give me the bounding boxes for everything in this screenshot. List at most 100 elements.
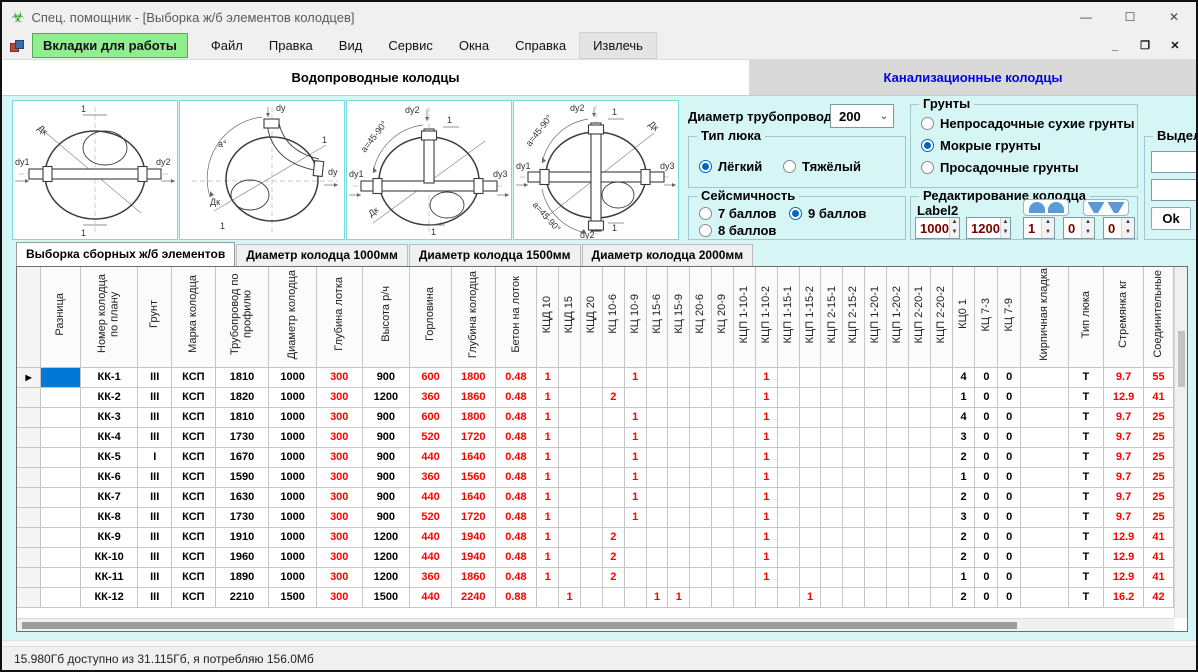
table-cell[interactable]: 1 [537,507,559,527]
table-cell[interactable]: I [138,447,172,467]
column-header[interactable]: КЦП 2-20-2 [930,267,952,367]
table-cell[interactable] [41,467,81,487]
table-cell[interactable]: 300 [316,467,362,487]
table-cell[interactable] [799,507,821,527]
table-cell[interactable]: 300 [316,427,362,447]
table-cell[interactable]: КК-12 [80,587,138,607]
table-cell[interactable]: III [138,487,172,507]
radio-seismic-7[interactable]: 7 баллов [699,206,776,221]
table-cell[interactable] [624,567,646,587]
column-header[interactable]: КЦП 1-10-1 [734,267,756,367]
table-cell[interactable]: 1890 [215,567,269,587]
table-cell[interactable] [930,407,952,427]
table-cell[interactable] [1021,527,1068,547]
table-cell[interactable] [602,467,624,487]
table-cell[interactable] [799,367,821,387]
column-header[interactable]: КЦ 7-3 [975,267,998,367]
table-cell[interactable] [843,587,865,607]
table-cell[interactable] [559,387,581,407]
spinner-arrows[interactable]: ▲▼ [1000,218,1010,238]
table-cell[interactable]: 1640 [451,447,495,467]
table-cell[interactable] [734,427,756,447]
table-cell[interactable]: 1000 [269,467,317,487]
table-cell[interactable] [646,547,668,567]
tab-diameter-2000[interactable]: Диаметр колодца 2000мм [582,244,754,266]
table-cell[interactable] [41,367,81,387]
table-cell[interactable]: 0 [998,387,1021,407]
column-header[interactable]: Разница [41,267,81,367]
table-cell[interactable] [799,487,821,507]
table-cell[interactable] [602,447,624,467]
table-cell[interactable] [602,507,624,527]
table-cell[interactable]: 0 [975,567,998,587]
table-cell[interactable]: 1 [624,447,646,467]
mdi-restore-button[interactable]: ❐ [1132,39,1158,52]
table-cell[interactable] [734,407,756,427]
table-cell[interactable]: 0.48 [495,567,537,587]
radio-seismic-9[interactable]: 9 баллов [789,206,866,221]
table-cell[interactable] [865,367,887,387]
table-cell[interactable]: 0.48 [495,387,537,407]
table-cell[interactable] [690,367,712,387]
table-cell[interactable] [930,387,952,407]
table-cell[interactable]: 2 [952,547,975,567]
table-cell[interactable] [821,447,843,467]
table-cell[interactable]: 1000 [269,487,317,507]
work-tabs-button[interactable]: Вкладки для работы [32,33,188,58]
table-cell[interactable]: Т [1068,587,1104,607]
table-cell[interactable]: 300 [316,527,362,547]
table-cell[interactable] [624,587,646,607]
table-cell[interactable] [908,427,930,447]
table-cell[interactable]: 0 [975,427,998,447]
row-selector[interactable] [17,547,41,567]
table-cell[interactable]: 4 [952,367,975,387]
table-cell[interactable]: 0 [975,447,998,467]
table-cell[interactable] [1021,487,1068,507]
table-cell[interactable]: 0 [975,507,998,527]
table-cell[interactable] [41,567,81,587]
row-selector[interactable] [17,507,41,527]
table-cell[interactable] [1021,387,1068,407]
column-header[interactable]: КЦ 10-9 [624,267,646,367]
column-header[interactable]: КЦ 10-6 [602,267,624,367]
table-cell[interactable] [843,447,865,467]
column-header[interactable]: Горловина [410,267,452,367]
table-cell[interactable]: КК-6 [80,467,138,487]
table-cell[interactable] [734,487,756,507]
table-cell[interactable]: КСП [172,407,216,427]
table-cell[interactable] [799,407,821,427]
table-cell[interactable] [777,507,799,527]
table-cell[interactable]: 1000 [269,387,317,407]
spinner-arrows[interactable]: ▲▼ [1081,218,1094,238]
table-cell[interactable] [821,527,843,547]
table-cell[interactable]: 0 [975,547,998,567]
table-cell[interactable] [1021,547,1068,567]
table-cell[interactable]: 0 [998,467,1021,487]
menu-extract[interactable]: Извлечь [579,32,657,59]
table-cell[interactable] [581,427,603,447]
table-cell[interactable] [887,587,909,607]
table-cell[interactable]: 0.88 [495,587,537,607]
column-header[interactable]: Номер колодца по плану [80,267,138,367]
table-cell[interactable] [908,587,930,607]
tab-water-wells[interactable]: Водопроводные колодцы [2,60,750,95]
table-cell[interactable]: 1 [537,467,559,487]
table-cell[interactable]: 12.9 [1104,547,1144,567]
table-cell[interactable] [646,427,668,447]
table-cell[interactable]: 0.48 [495,527,537,547]
ok-button[interactable]: Ok [1151,207,1191,230]
table-cell[interactable]: 0 [975,587,998,607]
table-cell[interactable] [581,587,603,607]
table-cell[interactable]: 1 [537,487,559,507]
menu-service[interactable]: Сервис [375,33,446,58]
table-cell[interactable]: III [138,427,172,447]
table-cell[interactable] [624,527,646,547]
table-cell[interactable] [908,467,930,487]
table-cell[interactable]: 1 [668,587,690,607]
table-cell[interactable]: 360 [410,567,452,587]
table-cell[interactable]: 1200 [362,567,410,587]
table-cell[interactable]: КК-7 [80,487,138,507]
table-cell[interactable]: 300 [316,367,362,387]
table-cell[interactable] [930,467,952,487]
select-textbox[interactable] [1151,151,1196,173]
